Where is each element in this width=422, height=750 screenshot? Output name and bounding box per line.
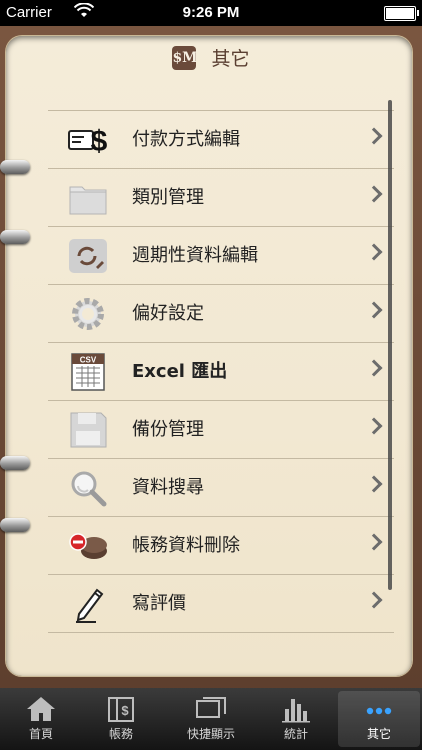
menu-item-excel-export[interactable]: CSV Excel 匯出: [48, 343, 394, 401]
home-icon: [27, 697, 55, 721]
menu-item-preferences[interactable]: 偏好設定: [48, 285, 394, 343]
menu-item-payment-methods[interactable]: $ 付款方式編輯: [48, 111, 394, 169]
binder-ring: [0, 518, 30, 532]
tab-label: 首頁: [28, 727, 53, 741]
status-bar: Carrier 9:26 PM: [0, 0, 422, 26]
menu-item-delete-records[interactable]: 帳務資料刪除: [48, 517, 394, 575]
chevron-right-icon: [365, 127, 383, 145]
csv-export-icon: CSV: [71, 353, 105, 391]
payment-method-icon: $: [68, 125, 108, 158]
bar-chart-icon: [282, 699, 310, 723]
tab-statistics[interactable]: 統計: [255, 691, 337, 747]
tab-ledger[interactable]: $ 帳務: [80, 691, 162, 747]
clock: 9:26 PM: [182, 4, 240, 21]
menu-item-label: 備份管理: [132, 419, 204, 440]
gear-icon: [72, 298, 104, 330]
tab-quick-view[interactable]: 快捷顯示: [170, 691, 252, 747]
binder-ring: [0, 456, 30, 470]
menu-item-label: 類別管理: [132, 187, 204, 208]
binder-ring: [0, 160, 30, 174]
scrollbar[interactable]: [388, 100, 392, 590]
chevron-right-icon: [365, 591, 383, 609]
tab-label: 統計: [283, 727, 308, 741]
menu-item-label: 寫評價: [132, 593, 186, 614]
chevron-right-icon: [365, 417, 383, 435]
chevron-right-icon: [365, 359, 383, 377]
tab-label: 帳務: [108, 727, 133, 741]
menu-item-label: 偏好設定: [132, 303, 204, 324]
app-logo-icon: $M: [172, 45, 198, 70]
tab-label: 快捷顯示: [186, 727, 235, 741]
binder-ring: [0, 230, 30, 244]
menu-item-data-search[interactable]: 資料搜尋: [48, 459, 394, 517]
tab-home[interactable]: 首頁: [0, 691, 82, 747]
menu-item-label: Excel 匯出: [132, 361, 228, 382]
menu-item-write-review[interactable]: 寫評價: [48, 575, 394, 633]
tab-more[interactable]: 其它: [338, 691, 420, 747]
chevron-right-icon: [365, 301, 383, 319]
battery-icon: [384, 6, 419, 21]
chevron-right-icon: [365, 475, 383, 493]
chevron-right-icon: [365, 533, 383, 551]
menu-item-category-management[interactable]: 類別管理: [48, 169, 394, 227]
settings-menu: $ 付款方式編輯 類別管理 週期性資料編輯 偏好設定 CSV Excel 匯出 …: [48, 110, 394, 633]
ledger-icon: $: [108, 697, 134, 722]
quick-view-icon: [196, 697, 226, 718]
floppy-disk-icon: [70, 412, 107, 448]
tab-label: 其它: [366, 727, 391, 741]
menu-item-label: 帳務資料刪除: [132, 535, 240, 556]
folder-icon: [69, 186, 107, 215]
page-header: $M 其它: [0, 44, 422, 78]
delete-data-icon: [69, 533, 107, 559]
menu-item-backup-management[interactable]: 備份管理: [48, 401, 394, 459]
menu-item-label: 週期性資料編輯: [132, 245, 258, 266]
magnifier-icon: [71, 471, 107, 507]
recurring-edit-icon: [69, 239, 107, 273]
chevron-right-icon: [365, 243, 383, 261]
pencil-icon: [76, 588, 104, 623]
page-title: 其它: [211, 48, 250, 70]
menu-item-recurring-edit[interactable]: 週期性資料編輯: [48, 227, 394, 285]
more-icon: [366, 707, 392, 715]
svg-text:$: $: [121, 703, 129, 718]
tab-bar: 首頁 $ 帳務 快捷顯示 統計 其它: [0, 688, 422, 750]
svg-text:$: $: [91, 125, 108, 158]
menu-item-label: 付款方式編輯: [132, 129, 240, 150]
menu-item-label: 資料搜尋: [132, 477, 204, 498]
chevron-right-icon: [365, 185, 383, 203]
svg-text:CSV: CSV: [80, 356, 97, 365]
